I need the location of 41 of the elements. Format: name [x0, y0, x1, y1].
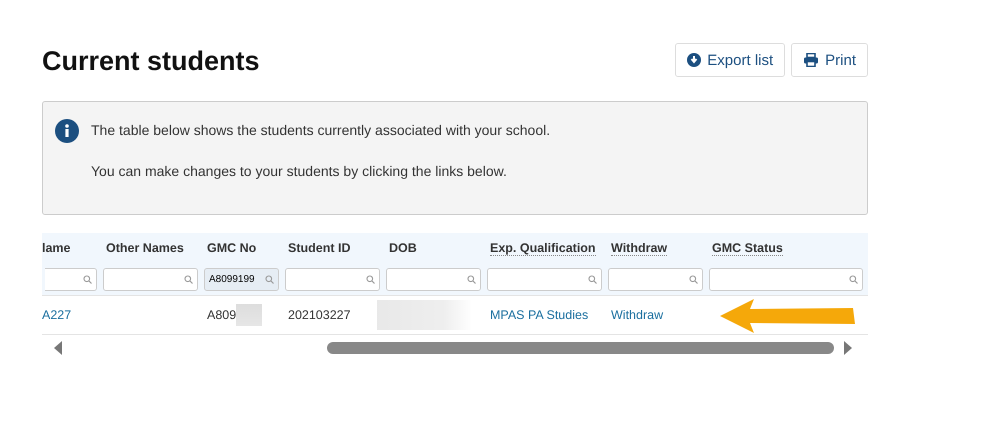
print-button[interactable]: Print — [791, 43, 868, 77]
column-header[interactable]: lame — [42, 241, 70, 255]
search-icon — [849, 274, 858, 284]
filter-field[interactable] — [103, 268, 198, 290]
column-header[interactable]: GMC Status — [712, 241, 783, 256]
filter-field[interactable] — [709, 268, 863, 290]
table-link[interactable]: A227 — [42, 308, 72, 322]
search-icon — [83, 274, 92, 284]
redaction-block — [236, 304, 262, 326]
column-header[interactable]: Student ID — [288, 241, 350, 255]
scrollbar-thumb[interactable] — [327, 342, 834, 354]
table-cell: 202103227 — [288, 308, 351, 322]
column-header[interactable]: Other Names — [106, 241, 184, 255]
table-link[interactable]: MPAS PA Studies — [490, 308, 588, 322]
column-header[interactable]: DOB — [389, 241, 417, 255]
search-icon — [265, 274, 274, 284]
search-icon — [366, 274, 375, 284]
table-link[interactable]: Withdraw — [611, 308, 664, 322]
page-title: Current students — [42, 46, 260, 76]
filter-field[interactable] — [608, 268, 703, 290]
export-button[interactable]: Export list — [675, 43, 786, 77]
filter-field[interactable] — [487, 268, 602, 290]
scroll-left-icon[interactable] — [54, 341, 62, 355]
column-header[interactable]: Withdraw — [611, 241, 668, 256]
info-icon — [55, 119, 79, 143]
scroll-right-icon[interactable] — [844, 341, 852, 355]
filter-field[interactable] — [45, 268, 97, 290]
info-text: You can make changes to your students by clicking the links below. — [91, 163, 508, 179]
info-text: The table below shows the students currently associated with your school. — [91, 122, 550, 138]
filter-field[interactable] — [386, 268, 481, 290]
filter-field[interactable]: A8099199 — [204, 268, 279, 290]
search-icon — [689, 274, 698, 284]
column-header[interactable]: GMC No — [207, 241, 256, 255]
search-icon — [184, 274, 193, 284]
search-icon — [467, 274, 476, 284]
download-icon — [687, 53, 702, 67]
table-cell: A809 — [207, 308, 236, 322]
filter-field[interactable] — [285, 268, 380, 290]
column-header[interactable]: Exp. Qualification — [490, 241, 596, 256]
search-icon — [588, 274, 597, 284]
print-icon — [803, 53, 820, 67]
